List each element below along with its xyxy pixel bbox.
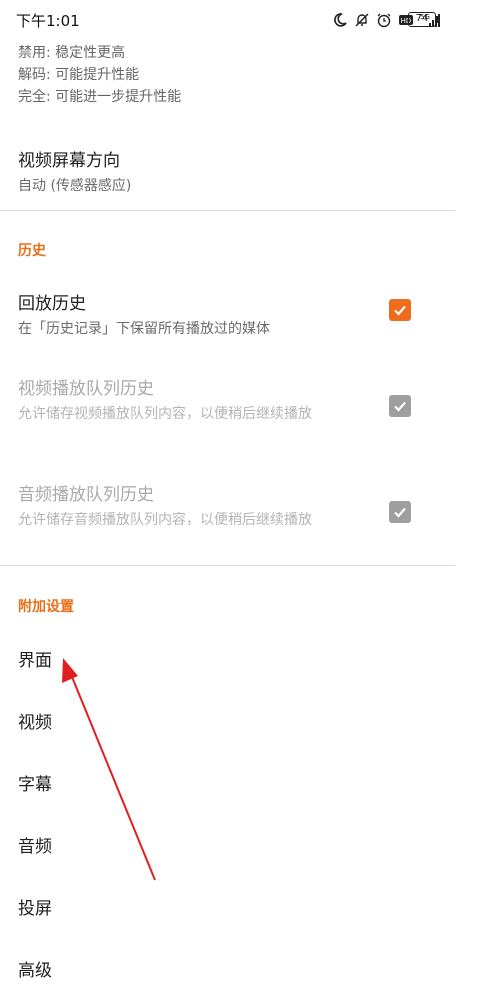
pref-advanced[interactable]: 高级 — [18, 956, 52, 981]
pref-summary: 允许储存视频播放队列内容，以便稍后继续播放 — [18, 406, 312, 422]
status-time: 下午1:01 — [16, 12, 80, 30]
check-icon — [394, 401, 406, 412]
status-bar: 下午1:01 HD 5G 74 — [0, 0, 480, 40]
divider — [0, 210, 455, 211]
pref-title: 视频屏幕方向 — [18, 151, 120, 171]
check-icon — [394, 305, 406, 316]
pref-summary: 允许储存音频播放队列内容，以便稍后继续播放 — [18, 512, 312, 528]
battery-tip — [436, 16, 439, 23]
category-extra-settings: 附加设置 — [18, 599, 74, 615]
battery-icon: 74 — [408, 12, 436, 27]
alarm-icon — [377, 13, 391, 28]
summary-line: 解码: 可能提升性能 — [18, 67, 140, 83]
pref-summary: 在「历史记录」下保留所有播放过的媒体 — [18, 321, 270, 337]
playback-history-checkbox[interactable] — [389, 299, 411, 321]
pref-video[interactable]: 视频 — [18, 708, 52, 733]
video-queue-history-checkbox[interactable] — [389, 395, 411, 417]
summary-line: 完全: 可能进一步提升性能 — [18, 89, 182, 105]
pref-video-orientation[interactable]: 视频屏幕方向 自动 (传感器感应) — [18, 146, 456, 197]
pref-casting[interactable]: 投屏 — [18, 894, 52, 919]
arrow-head — [62, 658, 78, 683]
pref-summary: 自动 (传感器感应) — [18, 178, 132, 194]
moon-icon — [334, 13, 347, 27]
check-icon — [394, 507, 406, 518]
battery-level: 74 — [415, 13, 429, 24]
pref-subtitles[interactable]: 字幕 — [18, 770, 52, 795]
summary-line: 禁用: 稳定性更高 — [18, 45, 126, 61]
pref-interface[interactable]: 界面 — [18, 646, 52, 671]
hw-accel-summary: 禁用: 稳定性更高 解码: 可能提升性能 完全: 可能进一步提升性能 — [18, 42, 181, 108]
pref-audio[interactable]: 音频 — [18, 832, 52, 857]
category-history: 历史 — [18, 243, 46, 259]
mute-bell-icon — [355, 13, 369, 27]
divider — [0, 565, 455, 566]
arrow-shaft — [69, 671, 156, 881]
audio-queue-history-checkbox[interactable] — [389, 501, 411, 523]
